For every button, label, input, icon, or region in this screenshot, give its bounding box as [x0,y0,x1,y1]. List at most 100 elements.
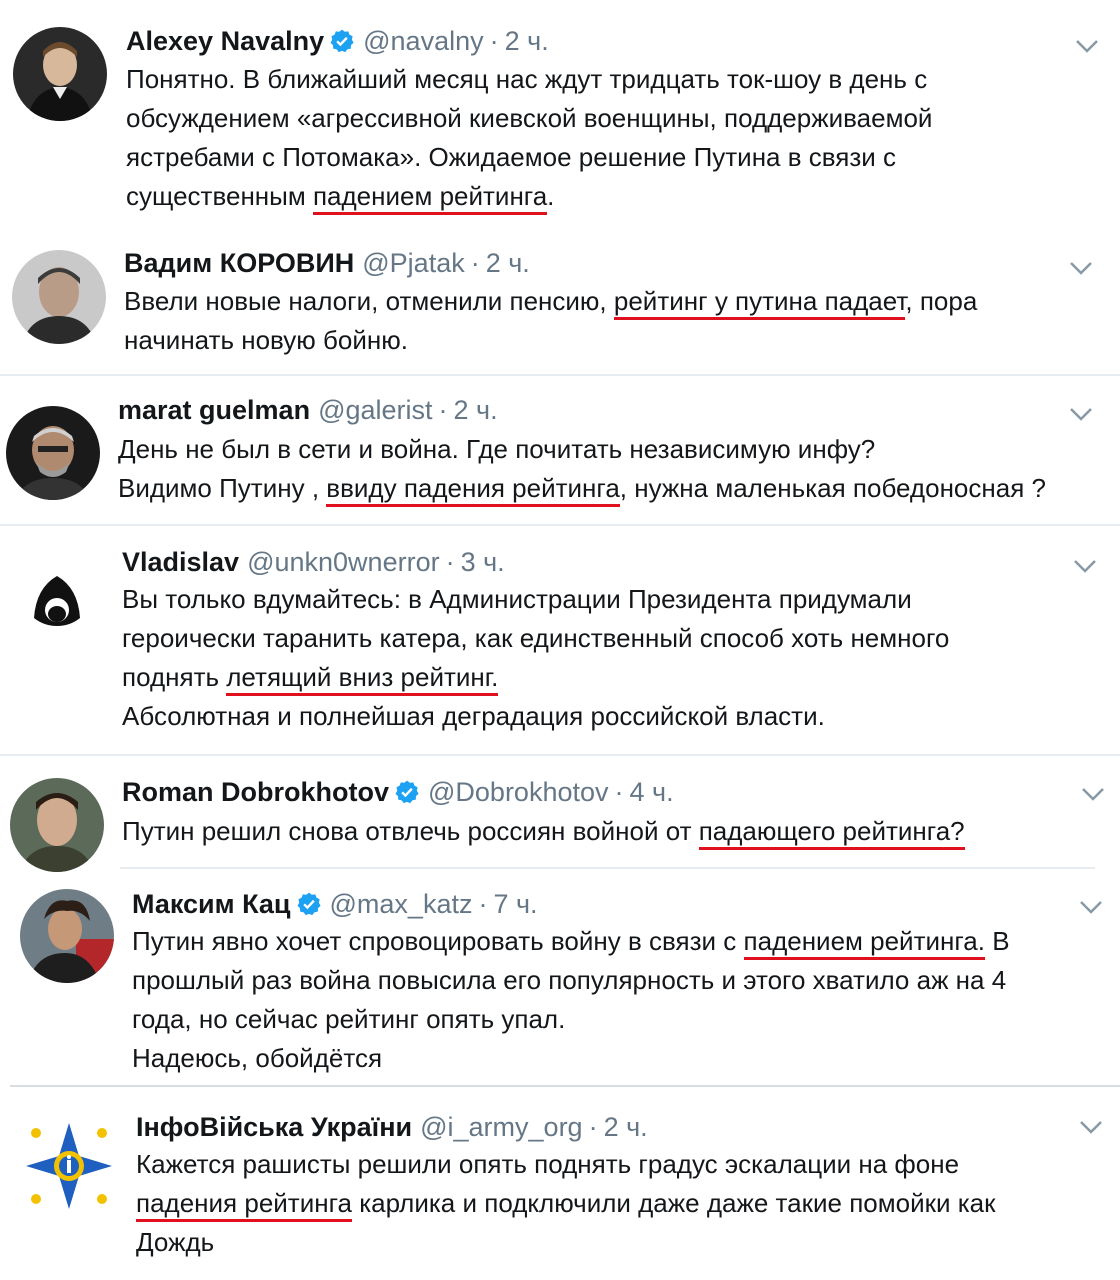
tweet-header: marat guelman @galerist · 2 ч. [118,394,498,426]
timestamp[interactable]: 2 ч. [454,395,498,425]
author-name[interactable]: Alexey Navalny [126,26,324,56]
tweet[interactable]: Вадим КОРОВИН @Pjatak · 2 ч. Ввели новые на… [0,230,1120,375]
text-segment: Понятно. В ближайший месяц нас ждут трид… [126,64,928,94]
chevron-down-icon[interactable] [1066,258,1096,278]
text-segment: Ввели новые налоги, отменили пенсию, [124,286,614,316]
highlighted-phrase: падения рейтинга [136,1188,352,1222]
timestamp[interactable]: 3 ч. [461,547,505,577]
tweet-text-line: Вы только вдумайтесь: в Администрации Пр… [122,580,949,619]
separator-dot: · [614,777,624,807]
avatar[interactable] [22,1119,116,1213]
author-name[interactable]: ІнфоВійська України [136,1112,412,1142]
text-segment: карлика и подключили даже даже такие пом… [351,1188,996,1218]
timestamp[interactable]: 2 ч. [486,248,530,278]
tweet-text: Путин явно хочет спровоцировать войну в … [132,922,1010,1078]
text-segment: Путин явно хочет спровоцировать войну в … [132,926,744,956]
author-handle[interactable]: @Dobrokhotov [428,777,609,807]
tweet[interactable]: Roman Dobrokhotov @Dobrokhotov · 4 ч. Путин… [0,756,1120,872]
text-segment: Надеюсь, обойдётся [132,1043,383,1073]
avatar[interactable] [6,406,100,500]
tweet[interactable]: ІнфоВійська України @i_army_org · 2 ч. Каже… [0,1087,1120,1280]
separator-dot: · [588,1112,598,1142]
tweet-text: Путин решил снова отвлечь россиян войной… [122,812,965,851]
chevron-down-icon[interactable] [1072,36,1102,56]
text-segment: Дождь [136,1227,215,1257]
tweet-text: Понятно. В ближайший месяц нас ждут трид… [126,60,932,216]
separator-dot: · [478,889,488,919]
author-handle[interactable]: @unkn0wnerror [247,547,440,577]
separator-dot: · [470,248,480,278]
tweet-text-line: начинать новую бойню. [124,321,977,360]
chevron-down-icon[interactable] [1076,1117,1106,1137]
tweet-text-line: героически таранить катера, как единстве… [122,619,949,658]
separator-dot: · [445,547,455,577]
tweet-text-line: Ввели новые налоги, отменили пенсию, рей… [124,282,977,321]
text-segment: прошлый раз война повысила его популярно… [132,965,1007,995]
tweet-text-line: прошлый раз война повысила его популярно… [132,961,1010,1000]
tweet-text-line: падения рейтинга карлика и подключили да… [136,1184,996,1223]
text-segment: . [547,181,555,211]
tweet[interactable]: Максим Кац @max_katz · 7 ч. Путин явно хоче… [0,869,1120,1085]
text-segment: День не был в сети и война. Где почитать… [118,434,876,464]
text-segment: Видимо Путину , [118,473,327,503]
tweet-header: Vladislav @unkn0wnerror · 3 ч. [122,546,505,578]
tweet[interactable]: marat guelman @galerist · 2 ч. День не был … [0,376,1120,524]
author-handle[interactable]: @galerist [318,395,432,425]
highlighted-phrase: ввиду падения рейтинга [326,473,620,507]
author-handle[interactable]: @navalny [363,26,483,56]
tweet-text-line: Путин явно хочет спровоцировать войну в … [132,922,1010,961]
text-segment: Кажется рашисты решили опять поднять гра… [136,1149,960,1179]
avatar[interactable] [13,27,107,121]
timestamp[interactable]: 2 ч. [604,1112,648,1142]
timestamp[interactable]: 4 ч. [630,777,674,807]
text-segment: обсуждением «агрессивной киевской военщи… [126,103,933,133]
avatar[interactable] [20,889,114,983]
author-handle[interactable]: @i_army_org [420,1112,582,1142]
tweet-text: День не был в сети и война. Где почитать… [118,430,1046,508]
tweet-header: Roman Dobrokhotov @Dobrokhotov · 4 ч. [122,776,674,808]
highlighted-phrase: падающего рейтинга? [698,816,965,850]
avatar[interactable] [12,250,106,344]
text-segment: Вы только вдумайтесь: в Администрации Пр… [122,584,912,614]
verified-badge-icon [395,780,419,804]
tweet-text: Кажется рашисты решили опять поднять гра… [136,1145,996,1262]
author-handle[interactable]: @Pjatak [362,248,464,278]
highlighted-phrase: падением рейтинга [312,181,548,215]
chevron-down-icon[interactable] [1070,556,1100,576]
text-segment: В [984,926,1010,956]
tweet-text-line: Надеюсь, обойдётся [132,1039,1010,1078]
verified-badge-icon [330,29,354,53]
chevron-down-icon[interactable] [1066,404,1096,424]
text-segment: Путин решил снова отвлечь россиян войной… [122,816,699,846]
tweet-text-line: обсуждением «агрессивной киевской военщи… [126,99,932,138]
author-handle[interactable]: @max_katz [330,889,473,919]
text-segment: ястребами с Потомака». Ожидаемое решение… [126,142,897,172]
author-name[interactable]: marat guelman [118,395,310,425]
chevron-down-icon[interactable] [1076,897,1106,917]
avatar[interactable] [10,778,104,872]
author-name[interactable]: Максим Кац [132,889,291,919]
author-name[interactable]: Roman Dobrokhotov [122,777,389,807]
text-segment: начинать новую бойню. [124,325,408,355]
tweet-header: Максим Кац @max_katz · 7 ч. [132,888,538,920]
tweet-header: Alexey Navalny @navalny · 2 ч. [126,25,549,57]
text-segment: героически таранить катера, как единстве… [122,623,950,653]
timestamp[interactable]: 2 ч. [505,26,549,56]
text-segment: поднять [122,662,227,692]
highlighted-phrase: падением рейтинга. [743,926,985,960]
timestamp[interactable]: 7 ч. [493,889,537,919]
avatar[interactable] [10,554,104,648]
chevron-down-icon[interactable] [1078,784,1108,804]
tweet[interactable]: Alexey Navalny @navalny · 2 ч. Понятно. В б… [0,0,1120,230]
tweet-text: Ввели новые налоги, отменили пенсию, рей… [124,282,977,360]
author-name[interactable]: Вадим КОРОВИН [124,248,354,278]
tweet-text-line: года, но сейчас рейтинг опять упал. [132,1000,1010,1039]
tweet-header: ІнфоВійська України @i_army_org · 2 ч. [136,1111,648,1143]
tweet-text-line: Дождь [136,1223,996,1262]
text-segment: существенным [126,181,313,211]
text-segment: Абсолютная и полнейшая деградация россий… [122,701,825,731]
author-name[interactable]: Vladislav [122,547,239,577]
text-segment: , нужна маленькая победоносная ? [619,473,1046,503]
tweet-text-line: существенным падением рейтинга. [126,177,932,216]
tweet[interactable]: Vladislav @unkn0wnerror · 3 ч. Вы только вд… [0,526,1120,754]
